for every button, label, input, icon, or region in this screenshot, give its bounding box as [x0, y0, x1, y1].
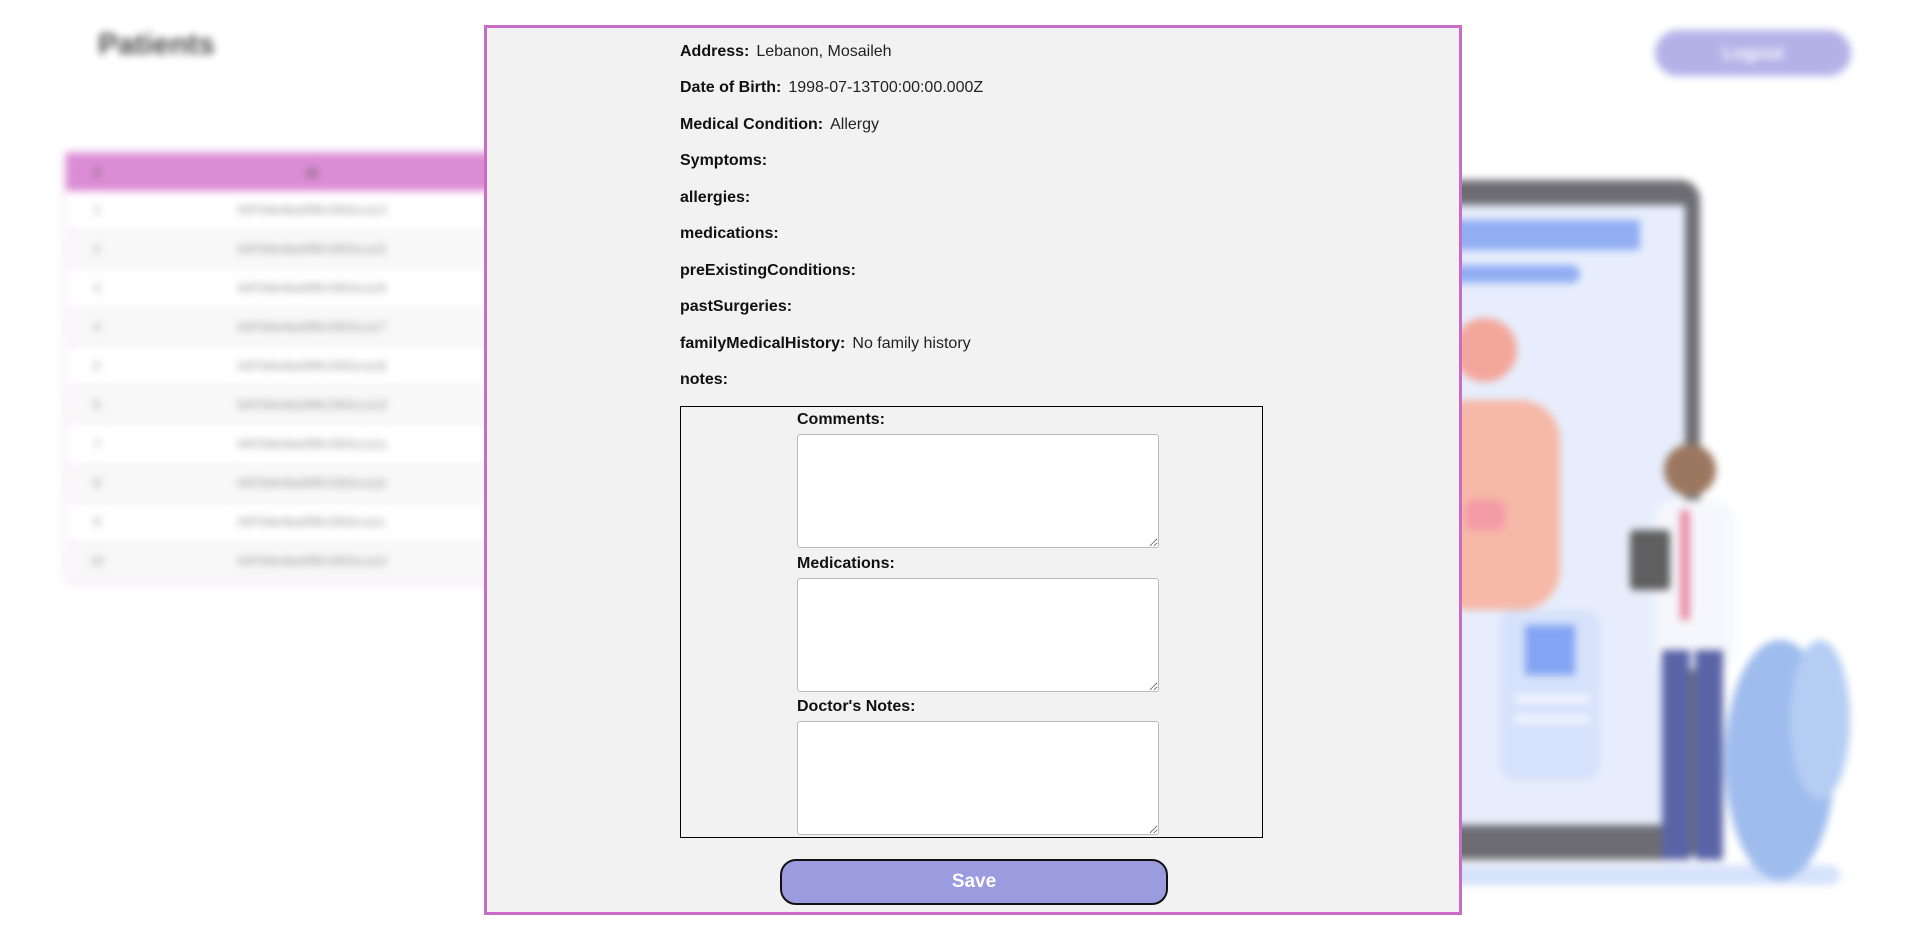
- medications-textarea[interactable]: [797, 578, 1159, 692]
- row-index: 5: [66, 346, 128, 386]
- table-row[interactable]: 6 64f7b9e4ba0f9fc3363cca19: [66, 385, 496, 425]
- medical-condition-field: Medical Condition: Allergy: [680, 116, 879, 134]
- row-id: 64f7b9e4ba0f9fc3363cca1c: [128, 502, 496, 542]
- row-id: 64f7b9e4ba0f9fc3363cca1b: [128, 463, 496, 503]
- symptoms-field: Symptoms:: [680, 152, 774, 170]
- allergies-label: allergies:: [680, 189, 751, 206]
- row-id: 64f7b9e4ba0f9fc3363cca15: [128, 229, 496, 269]
- past-surgeries-field: pastSurgeries:: [680, 298, 799, 316]
- table-row[interactable]: 5 64f7b9e4ba0f9fc3363cca18: [66, 346, 496, 386]
- table-row[interactable]: 4 64f7b9e4ba0f9fc3363cca17: [66, 307, 496, 347]
- table-row[interactable]: 8 64f7b9e4ba0f9fc3363cca1b: [66, 463, 496, 503]
- row-index: 6: [66, 385, 128, 425]
- table-row[interactable]: 1 64f7b9e4ba0f9fc3363cca14: [66, 191, 496, 230]
- row-index: 9: [66, 502, 128, 542]
- row-id: 64f7b9e4ba0f9fc3363cca17: [128, 307, 496, 347]
- patients-table: # Id 1 64f7b9e4ba0f9fc3363cca14 2 64f7b9e4…: [66, 153, 496, 581]
- doctor-notes-label: Doctor's Notes:: [797, 698, 916, 715]
- notes-field: notes:: [680, 371, 735, 389]
- date-of-birth-label: Date of Birth:: [680, 79, 782, 96]
- family-medical-history-value: No family history: [852, 335, 971, 352]
- table-header-index: #: [66, 153, 128, 191]
- row-id: 64f7b9e4ba0f9fc3363cca18: [128, 346, 496, 386]
- table-header-id: Id: [128, 153, 496, 191]
- row-index: 7: [66, 424, 128, 464]
- page-title: Patients: [98, 28, 215, 61]
- row-index: 8: [66, 463, 128, 503]
- table-row[interactable]: 7 64f7b9e4ba0f9fc3363cca1a: [66, 424, 496, 464]
- address-value: Lebanon, Mosaileh: [756, 43, 892, 60]
- address-field: Address: Lebanon, Mosaileh: [680, 43, 892, 61]
- past-surgeries-label: pastSurgeries:: [680, 298, 793, 315]
- row-id: 64f7b9e4ba0f9fc3363cca1a: [128, 424, 496, 464]
- table-row[interactable]: 9 64f7b9e4ba0f9fc3363cca1c: [66, 502, 496, 542]
- notes-form: Comments: Medications: Doctor's Notes:: [680, 406, 1263, 838]
- patient-details-modal: Address: Lebanon, Mosaileh Date of Birth:…: [484, 25, 1462, 915]
- row-id: 64f7b9e4ba0f9fc3363cca16: [128, 268, 496, 308]
- family-medical-history-label: familyMedicalHistory:: [680, 335, 846, 352]
- row-index: 10: [66, 541, 128, 581]
- address-label: Address:: [680, 43, 750, 60]
- row-index: 2: [66, 229, 128, 269]
- save-button[interactable]: Save: [780, 859, 1168, 905]
- table-row[interactable]: 10 64f7b9e4ba0f9fc3363cca1d: [66, 541, 496, 581]
- medications-label: medications:: [680, 225, 779, 242]
- medications-input-label: Medications:: [797, 555, 895, 572]
- medical-condition-value: Allergy: [830, 116, 880, 133]
- pre-existing-conditions-field: preExistingConditions:: [680, 262, 863, 280]
- family-medical-history-field: familyMedicalHistory: No family history: [680, 335, 971, 353]
- row-id: 64f7b9e4ba0f9fc3363cca1d: [128, 541, 496, 581]
- table-row[interactable]: 2 64f7b9e4ba0f9fc3363cca15: [66, 229, 496, 269]
- date-of-birth-value: 1998-07-13T00:00:00.000Z: [788, 79, 984, 96]
- table-row[interactable]: 3 64f7b9e4ba0f9fc3363cca16: [66, 268, 496, 308]
- row-index: 4: [66, 307, 128, 347]
- table-header-row: # Id: [66, 153, 496, 191]
- comments-label: Comments:: [797, 411, 886, 428]
- symptoms-label: Symptoms:: [680, 152, 768, 169]
- row-id: 64f7b9e4ba0f9fc3363cca19: [128, 385, 496, 425]
- allergies-field: allergies:: [680, 189, 757, 207]
- medical-condition-label: Medical Condition:: [680, 116, 824, 133]
- pre-existing-conditions-label: preExistingConditions:: [680, 262, 856, 279]
- row-id: 64f7b9e4ba0f9fc3363cca14: [128, 191, 496, 230]
- medications-field: medications:: [680, 225, 786, 243]
- logout-button[interactable]: Logout: [1655, 30, 1851, 76]
- comments-textarea[interactable]: [797, 434, 1159, 548]
- date-of-birth-field: Date of Birth: 1998-07-13T00:00:00.000Z: [680, 79, 983, 97]
- notes-label: notes:: [680, 371, 728, 388]
- doctor-illustration: [1400, 180, 1850, 885]
- row-index: 1: [66, 191, 128, 230]
- doctor-notes-textarea[interactable]: [797, 721, 1159, 835]
- row-index: 3: [66, 268, 128, 308]
